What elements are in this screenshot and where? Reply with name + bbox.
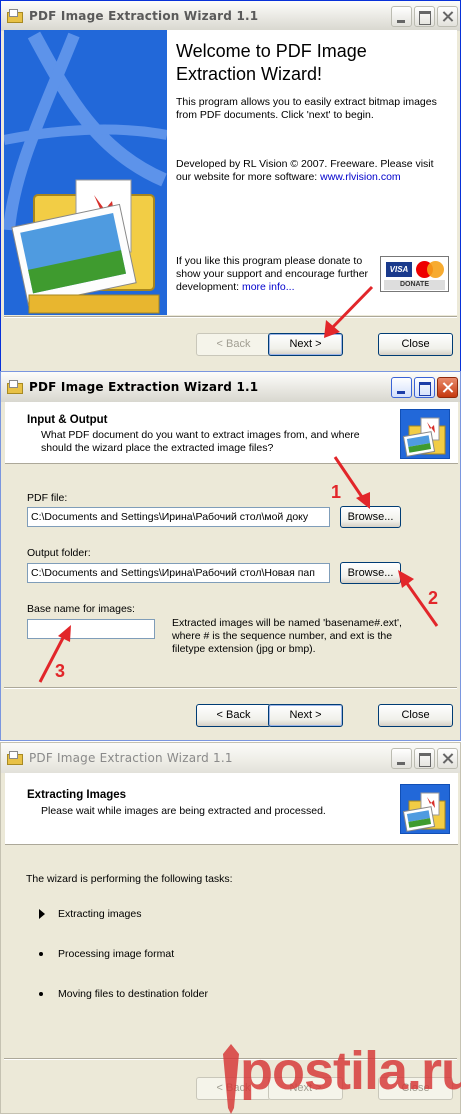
more-info-link[interactable]: more info...: [242, 281, 295, 293]
next-button[interactable]: Next >: [268, 704, 343, 727]
app-folder-icon: [7, 380, 23, 394]
step-title: Input & Output: [27, 414, 108, 426]
divider: [4, 687, 457, 689]
annotation-number-3: 3: [55, 661, 66, 681]
task-item: Extracting images: [58, 908, 142, 920]
pdf-file-input[interactable]: C:\Documents and Settings\Ирина\Рабочий …: [27, 507, 330, 527]
step-header: Extracting Images Please wait while imag…: [5, 773, 458, 845]
close-icon[interactable]: [437, 6, 458, 27]
naming-note: Extracted images will be named 'basename…: [172, 617, 402, 655]
current-task-arrow-icon: [39, 909, 45, 919]
visa-logo: VISA: [386, 262, 412, 277]
annotation-number-1: 1: [331, 482, 342, 502]
welcome-side-banner: [4, 30, 167, 315]
pdf-folder-illustration: [4, 30, 167, 315]
mastercard-icon: [416, 261, 444, 278]
output-folder-input[interactable]: C:\Documents and Settings\Ирина\Рабочий …: [27, 563, 330, 583]
minimize-icon[interactable]: [391, 377, 412, 398]
app-folder-icon: [7, 751, 23, 765]
close-button[interactable]: Close: [378, 704, 453, 727]
close-icon[interactable]: [437, 748, 458, 769]
maximize-icon[interactable]: [414, 377, 435, 398]
minimize-icon[interactable]: [391, 748, 412, 769]
bullet-icon: [39, 992, 43, 996]
annotation-number-2: 2: [428, 588, 439, 608]
step-subtitle: Please wait while images are being extra…: [41, 805, 326, 817]
step-title: Extracting Images: [27, 789, 127, 801]
annotation-arrow-next: [324, 285, 374, 338]
title-bar[interactable]: PDF Image Extraction Wizard 1.1: [1, 1, 460, 31]
maximize-icon[interactable]: [414, 748, 435, 769]
app-folder-icon: [7, 9, 23, 23]
title-bar[interactable]: PDF Image Extraction Wizard 1.1: [1, 372, 460, 402]
divider: [4, 316, 457, 318]
donate-button[interactable]: VISA DONATE: [380, 256, 449, 292]
maximize-icon[interactable]: [414, 6, 435, 27]
pdf-folder-icon: [400, 409, 450, 459]
bullet-icon: [39, 952, 43, 956]
step-header: Input & Output What PDF document do you …: [5, 402, 458, 464]
tasks-intro: The wizard is performing the following t…: [26, 873, 233, 885]
window-title: PDF Image Extraction Wizard 1.1: [29, 380, 259, 394]
back-button[interactable]: < Back: [196, 333, 271, 356]
pen-logo-icon: [223, 1044, 239, 1114]
minimize-icon[interactable]: [391, 6, 412, 27]
pdf-file-label: PDF file:: [27, 492, 68, 504]
developer-text: Developed by RL Vision © 2007. Freeware.…: [176, 158, 446, 184]
website-link[interactable]: www.rlvision.com: [320, 171, 401, 183]
intro-text: This program allows you to easily extrac…: [176, 96, 437, 121]
pdf-folder-icon: [400, 784, 450, 834]
output-folder-label: Output folder:: [27, 547, 91, 559]
watermark: postila.ru: [240, 1041, 461, 1101]
back-button[interactable]: < Back: [196, 704, 271, 727]
donate-badge-label: DONATE: [384, 280, 445, 290]
base-name-label: Base name for images:: [27, 603, 135, 615]
title-bar[interactable]: PDF Image Extraction Wizard 1.1: [1, 743, 460, 773]
close-button[interactable]: Close: [378, 333, 453, 356]
task-item: Processing image format: [58, 948, 175, 960]
welcome-heading: Welcome to PDF Image Extraction Wizard!: [176, 41, 367, 84]
close-icon[interactable]: [437, 377, 458, 398]
window-title: PDF Image Extraction Wizard 1.1: [29, 9, 259, 23]
task-item: Moving files to destination folder: [58, 988, 208, 1000]
window-title: PDF Image Extraction Wizard 1.1: [29, 751, 233, 765]
